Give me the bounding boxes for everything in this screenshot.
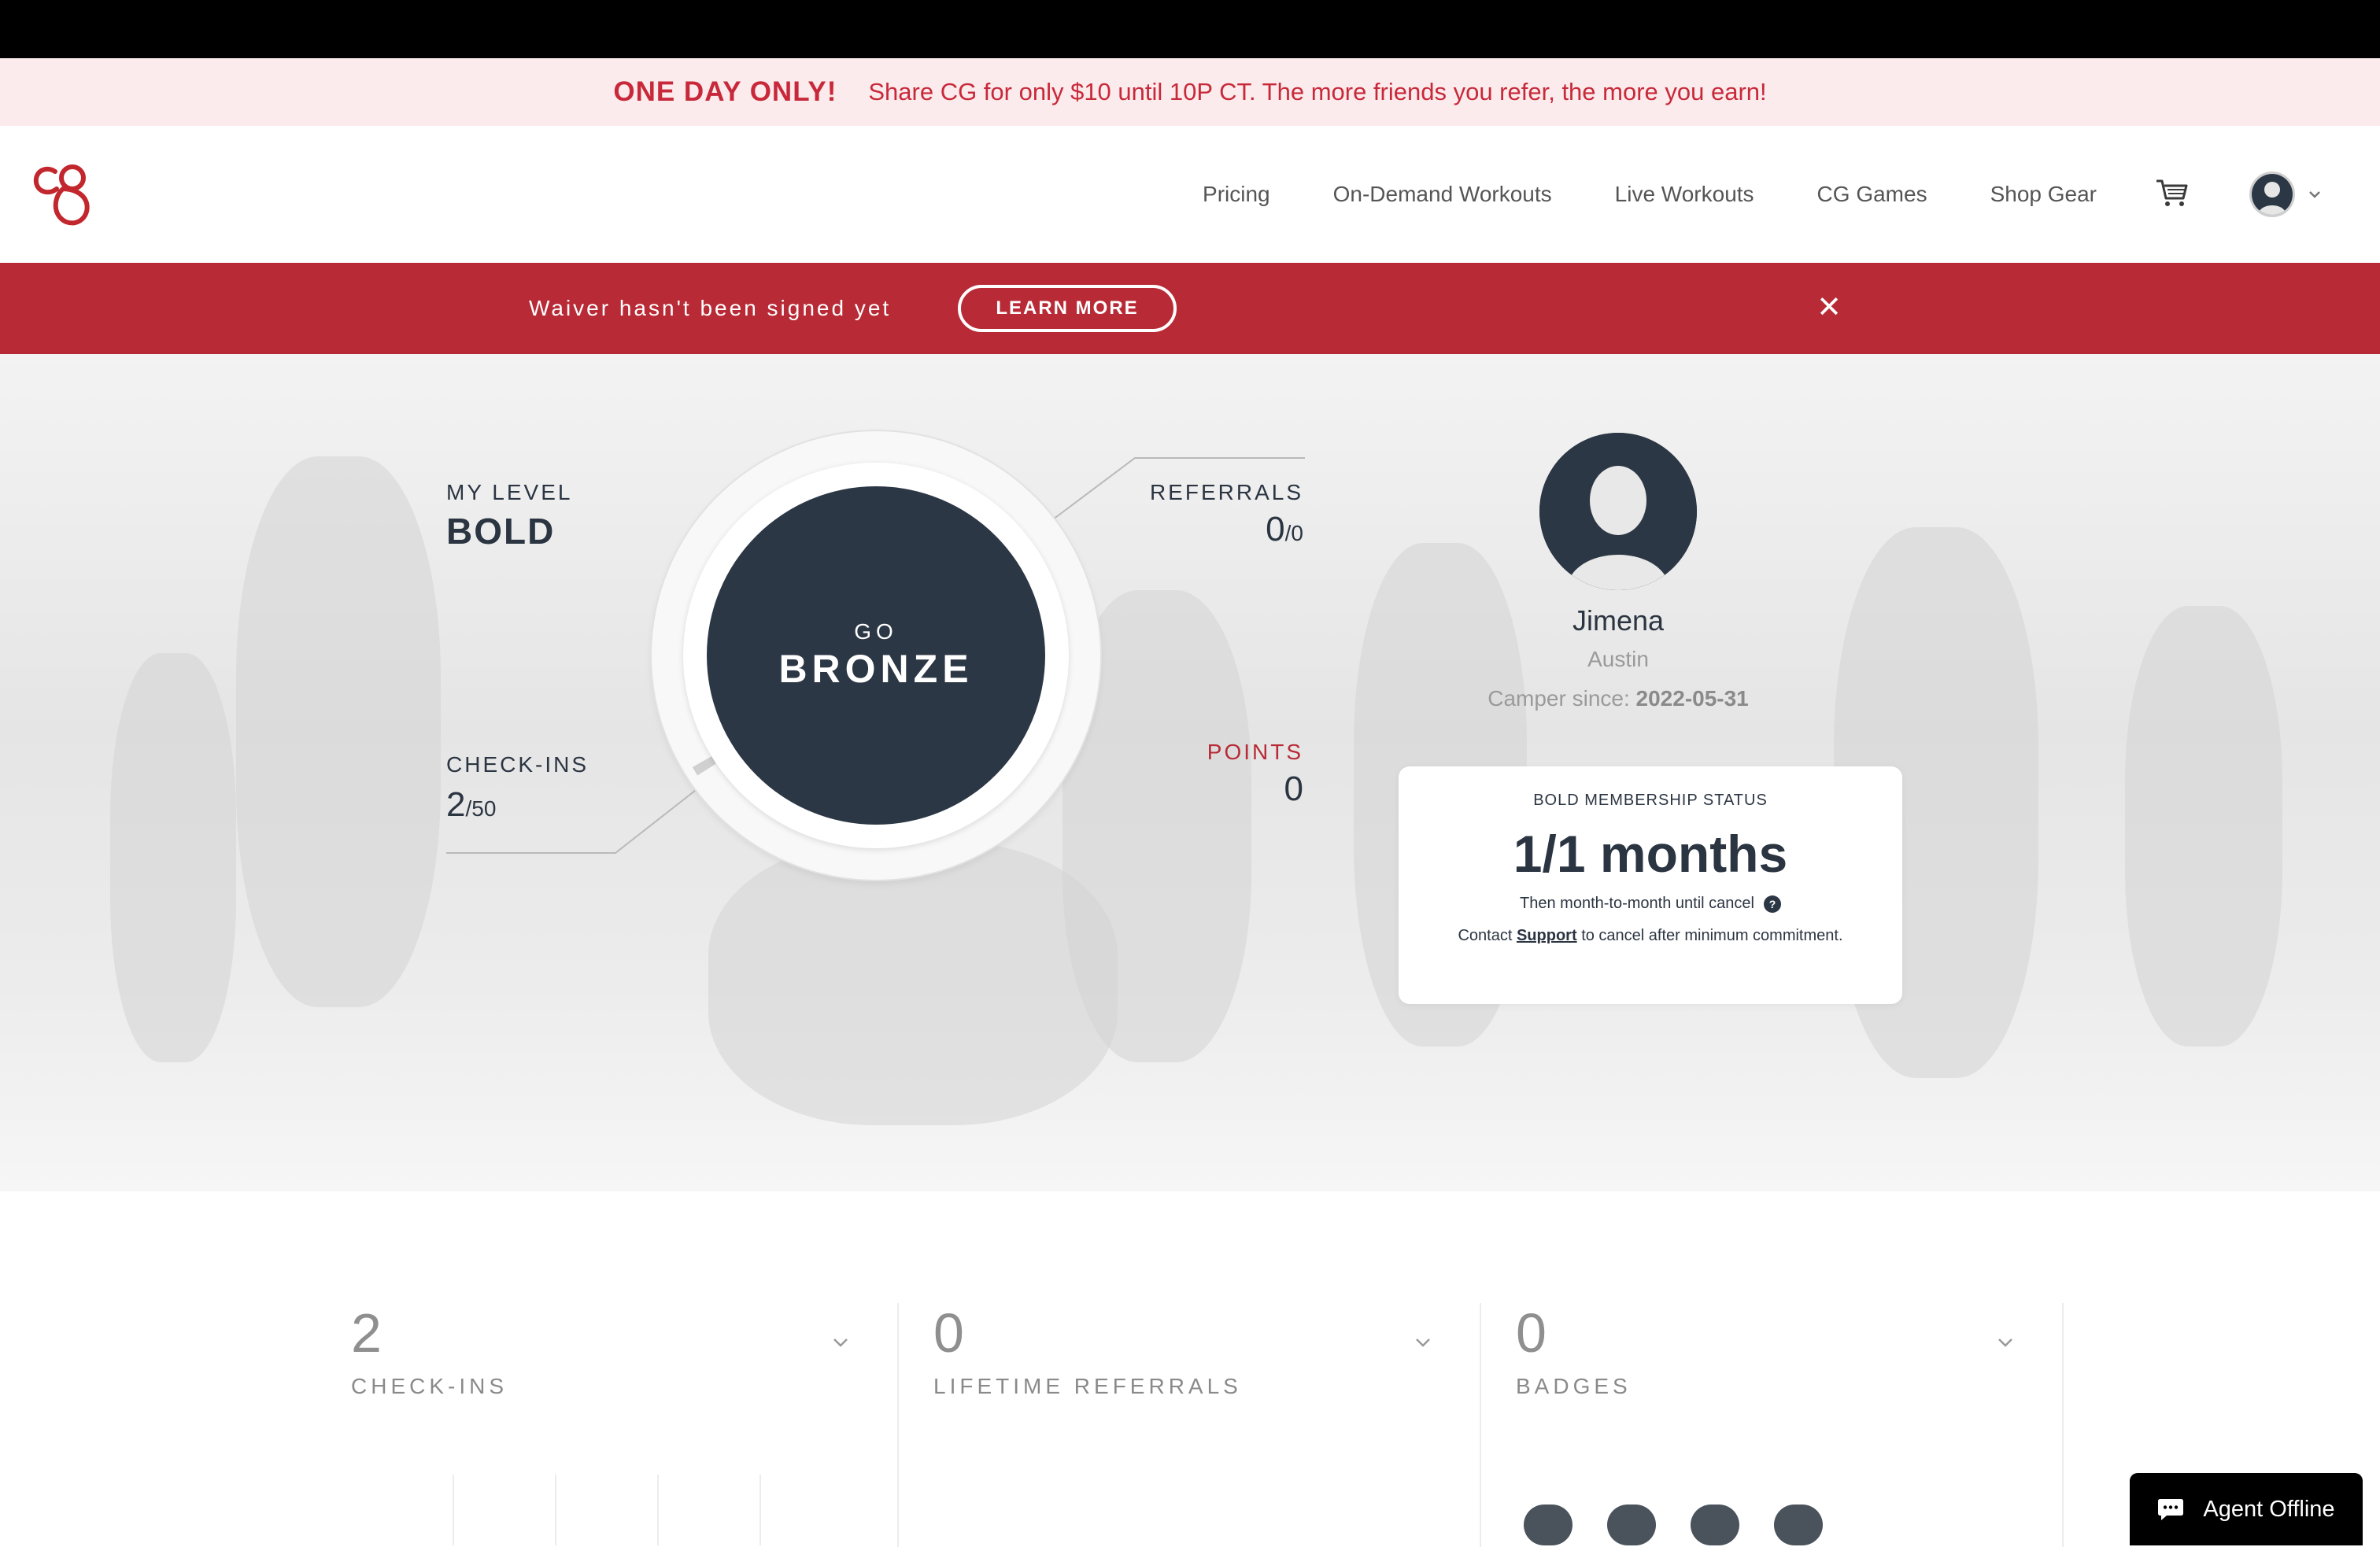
referrals-value: 0/0 — [1150, 510, 1303, 549]
waiver-text: Waiver hasn't been signed yet — [529, 296, 892, 320]
cg-logo-icon[interactable] — [31, 161, 96, 228]
top-black-bar — [0, 0, 2380, 58]
stat-checkins-label: CHECK-INS — [351, 1374, 508, 1398]
points: POINTS 0 — [1207, 740, 1303, 809]
profile-name: Jimena — [1572, 604, 1665, 637]
chevron-down-icon[interactable] — [2306, 186, 2323, 203]
nav-links: Pricing On-Demand Workouts Live Workouts… — [1203, 126, 2097, 263]
chat-widget[interactable]: Agent Offline — [2130, 1473, 2363, 1545]
checkins-total: /50 — [465, 796, 497, 821]
checkins-label: CHECK-INS — [446, 752, 589, 777]
my-level-value: BOLD — [446, 511, 556, 552]
stat-badges-label: BADGES — [1516, 1374, 1632, 1398]
account-avatar[interactable] — [2249, 172, 2295, 217]
main-navigation: Pricing On-Demand Workouts Live Workouts… — [0, 126, 2380, 263]
camper-since-label: Camper since: — [1488, 686, 1630, 711]
badge-prefix: GO — [854, 619, 898, 644]
points-value: 0 — [1284, 770, 1303, 808]
badges-preview — [1524, 1505, 1823, 1545]
close-icon[interactable]: ✕ — [1815, 291, 1843, 324]
stats-section: 2 CHECK-INS 0 LIFETIME REFERRALS 0 BADGE… — [0, 1191, 2380, 1547]
membership-then-text: Then month-to-month until cancel — [1520, 895, 1754, 912]
stat-divider — [2062, 1303, 2064, 1547]
nav-link-pricing[interactable]: Pricing — [1203, 182, 1270, 207]
checkins-progress: CHECK-INS 2/50 — [446, 752, 589, 825]
membership-contact: Contact Support to cancel after minimum … — [1399, 927, 1902, 945]
promo-message: Share CG for only $10 until 10P CT. The … — [868, 78, 1767, 105]
nav-link-shop-gear[interactable]: Shop Gear — [1990, 182, 2097, 207]
checkins-current: 2 — [446, 785, 466, 824]
stat-checkins-value: 2 — [351, 1302, 382, 1364]
badge-tier: BRONZE — [778, 647, 974, 691]
profile-avatar — [1539, 433, 1697, 590]
chevron-down-icon[interactable] — [1412, 1331, 1434, 1353]
membership-title: BOLD MEMBERSHIP STATUS — [1533, 792, 1768, 809]
stat-referrals-value: 0 — [933, 1302, 964, 1364]
promo-headline: ONE DAY ONLY! — [613, 76, 837, 107]
chevron-down-icon[interactable] — [1994, 1331, 2016, 1353]
support-link[interactable]: Support — [1517, 927, 1577, 944]
checkins-value: 2/50 — [446, 785, 589, 825]
camper-since-date: 2022-05-31 — [1635, 686, 1749, 711]
referrals-progress: REFERRALS 0/0 — [1150, 480, 1303, 549]
referrals-label: REFERRALS — [1149, 480, 1303, 504]
level-badge: GO BRONZE — [707, 486, 1045, 825]
stat-divider — [1480, 1303, 1481, 1547]
membership-then: Then month-to-month until cancel? — [1399, 895, 1902, 913]
stat-divider — [897, 1303, 899, 1547]
contact-suffix: to cancel after minimum commitment. — [1581, 927, 1843, 944]
profile-city: Austin — [1587, 647, 1649, 671]
avatar-icon — [2252, 174, 2293, 215]
checkins-mini-chart — [453, 1475, 761, 1545]
my-level-label: MY LEVEL — [446, 480, 573, 504]
stat-referrals-label: LIFETIME REFERRALS — [933, 1374, 1242, 1398]
waiver-banner: Waiver hasn't been signed yet LEARN MORE… — [0, 263, 2380, 354]
promo-banner: ONE DAY ONLY! Share CG for only $10 unti… — [0, 58, 2380, 126]
points-label: POINTS — [1207, 740, 1303, 764]
membership-status-card: BOLD MEMBERSHIP STATUS 1/1 months Then m… — [1399, 766, 1902, 1004]
cart-icon[interactable] — [2155, 178, 2190, 209]
referrals-total: /0 — [1284, 521, 1303, 545]
chevron-down-icon[interactable] — [830, 1331, 852, 1353]
contact-prefix: Contact — [1458, 927, 1513, 944]
stat-lifetime-referrals[interactable]: 0 LIFETIME REFERRALS — [933, 1301, 1453, 1545]
my-level: MY LEVEL BOLD — [446, 480, 572, 552]
profile-hero: GO BRONZE MY LEVEL BOLD CHECK-INS 2/50 R… — [0, 354, 2380, 1191]
help-icon[interactable]: ? — [1763, 895, 1781, 913]
nav-link-on-demand-workouts[interactable]: On-Demand Workouts — [1333, 182, 1552, 207]
membership-value: 1/1 months — [1513, 825, 1788, 883]
referrals-current: 0 — [1266, 510, 1285, 548]
stat-badges-value: 0 — [1516, 1302, 1547, 1364]
user-silhouette-icon — [1539, 433, 1697, 590]
camper-since: Camper since: 2022-05-31 — [1382, 686, 1854, 711]
chat-status: Agent Offline — [2203, 1496, 2335, 1522]
nav-link-live-workouts[interactable]: Live Workouts — [1615, 182, 1754, 207]
chat-bubble-icon — [2158, 1499, 2184, 1520]
learn-more-button[interactable]: LEARN MORE — [958, 285, 1177, 332]
nav-link-cg-games[interactable]: CG Games — [1817, 182, 1927, 207]
